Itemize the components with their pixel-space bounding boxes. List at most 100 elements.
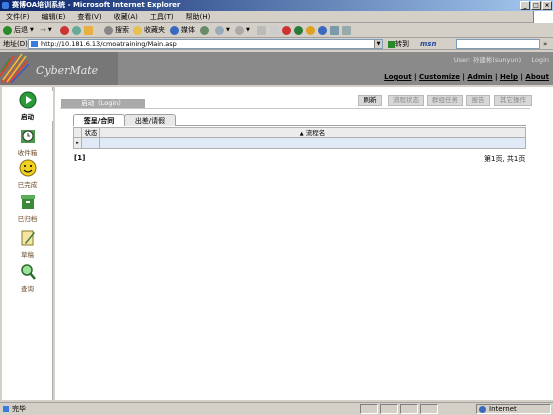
report-button[interactable]: 报告 bbox=[466, 95, 490, 106]
star-icon bbox=[133, 26, 142, 35]
address-dropdown-icon[interactable]: ▼ bbox=[374, 40, 382, 48]
page-index[interactable]: [1] bbox=[74, 154, 85, 162]
history-button[interactable] bbox=[200, 23, 209, 38]
smiley-icon bbox=[19, 159, 36, 177]
sidebar-item-archived[interactable]: 已归档 bbox=[2, 193, 53, 223]
admin-link[interactable]: Admin bbox=[467, 73, 492, 81]
search-icon bbox=[104, 26, 113, 35]
close-button[interactable]: × bbox=[542, 1, 552, 10]
customize-link[interactable]: Customize bbox=[419, 73, 460, 81]
globe-button[interactable] bbox=[318, 23, 327, 38]
menu-help[interactable]: 帮助(H) bbox=[180, 11, 217, 23]
mail-button[interactable]: ▼ bbox=[215, 23, 230, 38]
messenger-button[interactable] bbox=[282, 23, 291, 38]
toolbar-chevron-icon[interactable]: » bbox=[543, 38, 547, 50]
address-input[interactable]: http://10.181.6.13/cmoatraining/Main.asp… bbox=[28, 39, 383, 49]
menu-view[interactable]: 查看(V) bbox=[71, 11, 107, 23]
tab-divider bbox=[176, 125, 526, 126]
other-actions-button[interactable]: 其它操作 bbox=[494, 95, 532, 106]
zone-panel: Internet bbox=[476, 404, 551, 414]
edit-icon bbox=[257, 26, 266, 35]
msn-search-input[interactable] bbox=[456, 39, 540, 49]
grid-button[interactable] bbox=[342, 23, 351, 38]
process-grid: 状态 ▲ 流程名 ▸ bbox=[73, 127, 526, 149]
qq-icon bbox=[306, 26, 315, 35]
shield-button[interactable] bbox=[294, 23, 303, 38]
user-info: User: 孙建彬(sunyun) Login bbox=[453, 56, 549, 64]
grid-corner bbox=[74, 128, 82, 138]
edit-button[interactable] bbox=[257, 23, 266, 38]
print-icon bbox=[235, 26, 244, 35]
process-status-button[interactable]: 流程状态 bbox=[388, 95, 424, 106]
sidebar-item-search[interactable]: 查询 bbox=[2, 263, 53, 293]
favorites-button[interactable]: 收藏夹 bbox=[133, 23, 165, 38]
menu-tools[interactable]: 工具(T) bbox=[144, 11, 180, 23]
home-button[interactable] bbox=[84, 23, 93, 38]
page-info: 第1页, 共1页 bbox=[484, 155, 526, 163]
menu-favorites[interactable]: 收藏(A) bbox=[108, 11, 144, 23]
title-bar: 赛博OA培训系统 - Microsoft Internet Explorer _… bbox=[0, 0, 553, 11]
msn-logo: msn bbox=[420, 40, 437, 48]
tab-trip-leave[interactable]: 出差/请假 bbox=[124, 114, 176, 126]
stop-button[interactable] bbox=[60, 23, 69, 38]
col-process-name[interactable]: ▲ 流程名 bbox=[100, 128, 525, 138]
tools-icon bbox=[330, 26, 339, 35]
menu-bar: 文件(F) 编辑(E) 查看(V) 收藏(A) 工具(T) 帮助(H) bbox=[0, 11, 553, 23]
address-label: 地址(D) bbox=[3, 40, 28, 48]
media-icon bbox=[170, 26, 179, 35]
go-button[interactable]: 转到 bbox=[388, 38, 409, 50]
group-task-button[interactable]: 群组任务 bbox=[427, 95, 463, 106]
history-icon bbox=[200, 26, 209, 35]
row-pointer-icon: ▸ bbox=[74, 138, 82, 148]
sidebar-item-completed[interactable]: 已完成 bbox=[2, 159, 53, 189]
status-panel bbox=[400, 404, 418, 414]
sidebar-item-start[interactable]: 启动 bbox=[2, 91, 53, 121]
qq-button[interactable] bbox=[306, 23, 315, 38]
grid-header: 状态 ▲ 流程名 bbox=[74, 128, 525, 138]
done-page-icon bbox=[3, 406, 9, 412]
back-button[interactable]: 后退 ▼ bbox=[3, 23, 34, 38]
sort-asc-icon: ▲ bbox=[299, 131, 304, 137]
status-text: 完毕 bbox=[12, 405, 26, 413]
menu-file[interactable]: 文件(F) bbox=[0, 11, 36, 23]
refresh-button[interactable]: 刷新 bbox=[358, 95, 382, 106]
menu-edit[interactable]: 编辑(E) bbox=[36, 11, 72, 23]
page-crumb: 启动（Login） bbox=[61, 99, 145, 108]
tab-sign-contract[interactable]: 签呈/合同 bbox=[73, 114, 125, 126]
discuss-button[interactable] bbox=[270, 23, 279, 38]
inbox-clock-icon bbox=[20, 130, 35, 143]
about-link[interactable]: About bbox=[525, 73, 549, 81]
start-icon bbox=[19, 91, 36, 109]
status-bar: 完毕 Internet bbox=[0, 402, 553, 415]
sidebar-item-inbox[interactable]: 收件箱 bbox=[2, 127, 53, 157]
magnifier-icon bbox=[20, 264, 36, 280]
toolbar: 后退 ▼ → ▼ 搜索 收藏夹 媒体 ▼ ▼ bbox=[0, 23, 553, 38]
globe-icon bbox=[479, 406, 486, 413]
login-label: Login bbox=[531, 56, 549, 64]
home-icon bbox=[84, 26, 93, 35]
col-status[interactable]: 状态 bbox=[83, 128, 100, 138]
help-link[interactable]: Help bbox=[500, 73, 518, 81]
table-row[interactable]: ▸ bbox=[74, 138, 525, 148]
minimize-button[interactable]: _ bbox=[520, 1, 530, 10]
windows-logo-icon bbox=[533, 11, 553, 23]
ie-icon bbox=[2, 2, 9, 9]
globe-icon bbox=[318, 26, 327, 35]
media-button[interactable]: 媒体 bbox=[170, 23, 195, 38]
tools-button[interactable] bbox=[330, 23, 339, 38]
sidebar-item-drafts[interactable]: 草稿 bbox=[2, 229, 53, 259]
refresh-button[interactable] bbox=[72, 23, 81, 38]
print-button[interactable]: ▼ bbox=[235, 23, 250, 38]
maximize-button[interactable]: □ bbox=[531, 1, 541, 10]
search-button[interactable]: 搜索 bbox=[104, 23, 129, 38]
grid-icon bbox=[342, 26, 351, 35]
status-panel bbox=[420, 404, 438, 414]
window-title: 赛博OA培训系统 - Microsoft Internet Explorer bbox=[12, 1, 181, 9]
address-bar: 地址(D) http://10.181.6.13/cmoatraining/Ma… bbox=[0, 38, 553, 50]
logout-link[interactable]: Logout bbox=[384, 73, 411, 81]
messenger-icon bbox=[282, 26, 291, 35]
sidebar: 启动 收件箱 已完成 已归档 草稿 查询 bbox=[2, 87, 53, 400]
mail-icon bbox=[215, 26, 224, 35]
forward-button[interactable]: → ▼ bbox=[40, 23, 52, 38]
page-icon bbox=[31, 41, 38, 47]
